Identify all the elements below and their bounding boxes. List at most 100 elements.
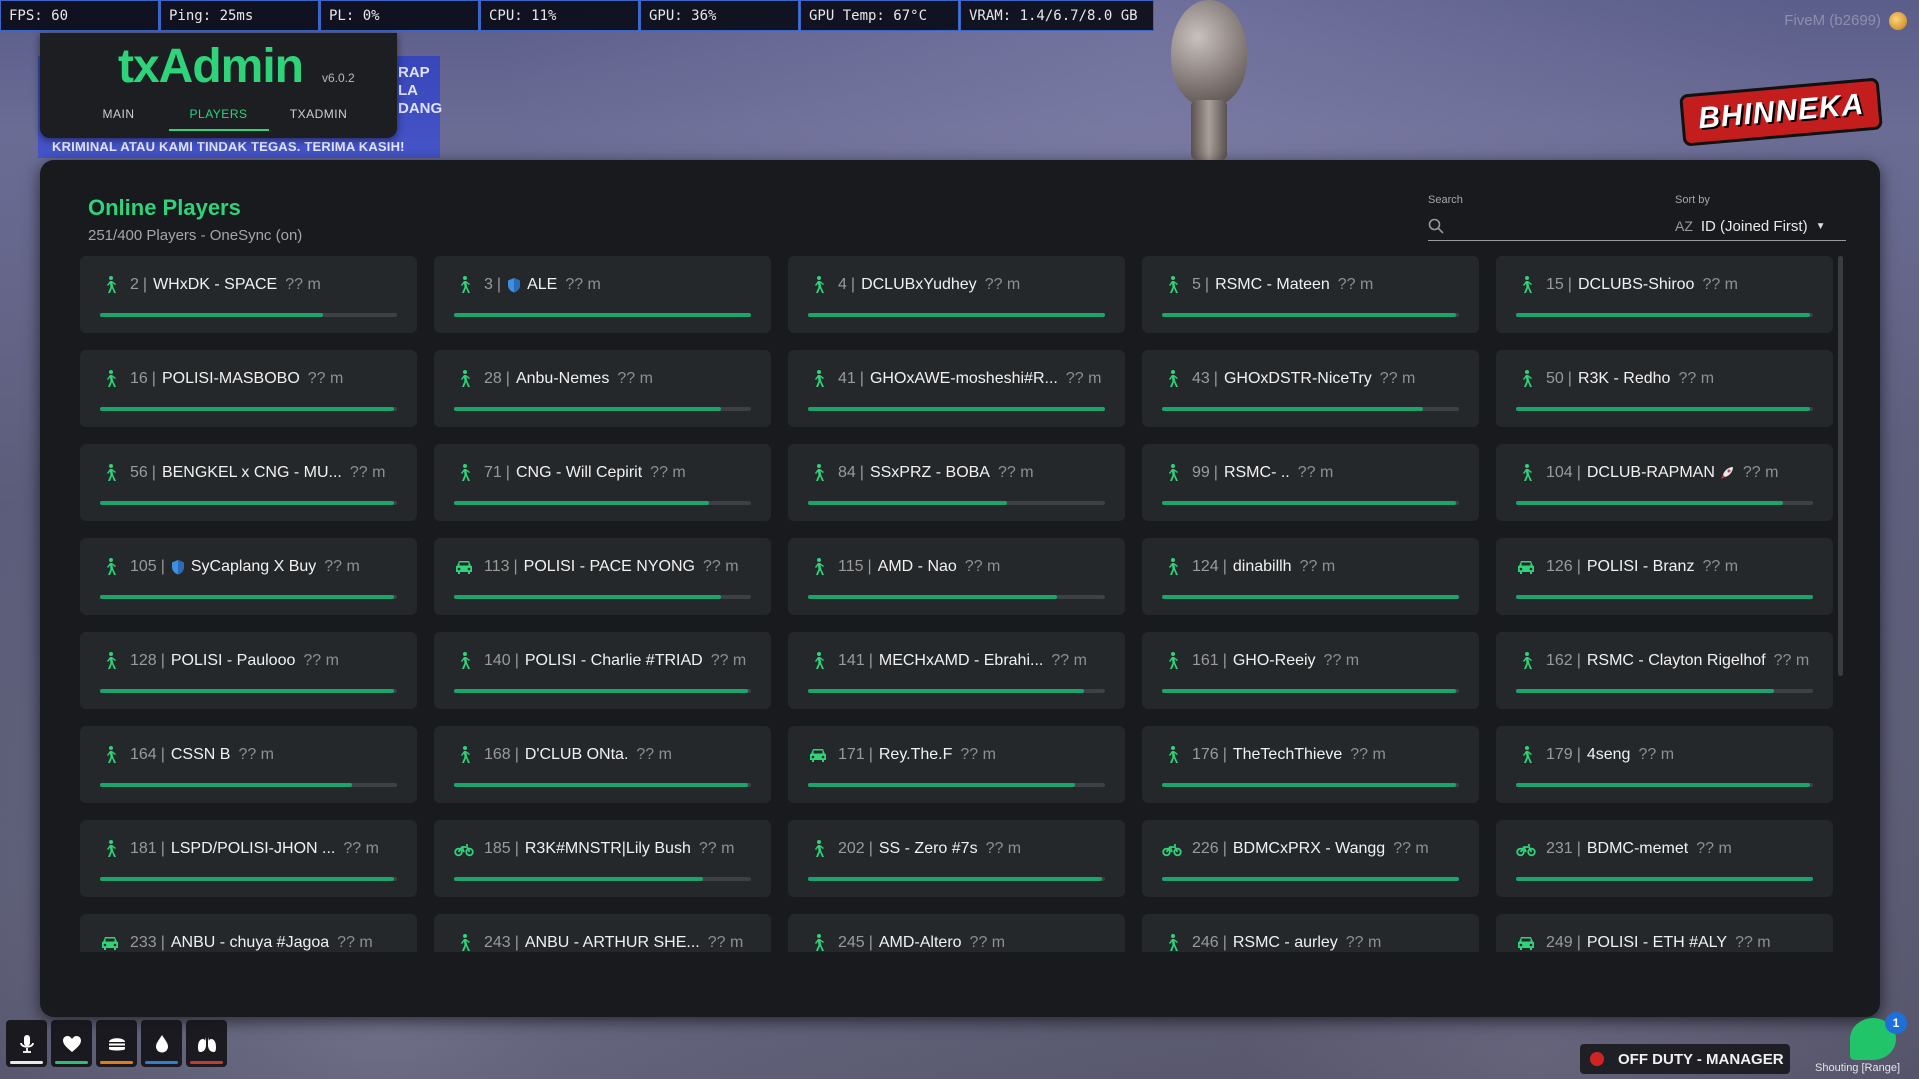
sort-alpha-icon: AZ bbox=[1675, 218, 1693, 234]
player-id-separator: | bbox=[505, 464, 510, 481]
sort-select[interactable]: AZ ID (Joined First) ▼ bbox=[1675, 212, 1846, 241]
player-card[interactable]: 71 | CNG - Will Cepirit ?? m bbox=[434, 444, 771, 521]
player-distance: ?? m bbox=[285, 276, 321, 293]
player-id-separator: | bbox=[1567, 276, 1572, 293]
player-card[interactable]: 249 | POLISI - ETH #ALY ?? m bbox=[1496, 914, 1833, 952]
hud-level-bar bbox=[190, 1061, 223, 1064]
player-card-row: 71 | CNG - Will Cepirit ?? m bbox=[454, 444, 751, 502]
player-grid-scrollbar[interactable] bbox=[1838, 256, 1843, 676]
player-card[interactable]: 181 | LSPD/POLISI-JHON ... ?? m bbox=[80, 820, 417, 897]
player-card[interactable]: 28 | Anbu-Nemes ?? m bbox=[434, 350, 771, 427]
player-id-separator: | bbox=[505, 370, 510, 387]
player-card[interactable]: 113 | POLISI - PACE NYONG ?? m bbox=[434, 538, 771, 615]
player-name: dinabillh bbox=[1232, 558, 1292, 575]
walking-person-icon bbox=[100, 275, 120, 295]
player-distance: ?? m bbox=[969, 934, 1006, 951]
player-card[interactable]: 226 | BDMCxPRX - Wangg ?? m bbox=[1142, 820, 1479, 897]
player-card[interactable]: 202 | SS - Zero #7s ?? m bbox=[788, 820, 1125, 897]
player-card-row: 233 | ANBU - chuya #Jagoa ?? m bbox=[100, 914, 397, 952]
player-card[interactable]: 179 | 4seng ?? m bbox=[1496, 726, 1833, 803]
player-card[interactable]: 56 | BENGKEL x CNG - MU... ?? m bbox=[80, 444, 417, 521]
player-card[interactable]: 115 | AMD - Nao ?? m bbox=[788, 538, 1125, 615]
player-card[interactable]: 43 | GHOxDSTR-NiceTry ?? m bbox=[1142, 350, 1479, 427]
player-card-row: 16 | POLISI-MASBOBO ?? m bbox=[100, 350, 397, 408]
player-card[interactable]: 246 | RSMC - aurley ?? m bbox=[1142, 914, 1479, 952]
health-bar-fill bbox=[1516, 783, 1811, 787]
txadmin-header: txAdmin v6.0.2 MAIN PLAYERS TXADMIN bbox=[40, 33, 397, 138]
player-distance: ?? m bbox=[964, 558, 1001, 575]
player-id: 84 bbox=[838, 464, 856, 481]
player-card[interactable]: 140 | POLISI - Charlie #TRIAD ?? m bbox=[434, 632, 771, 709]
player-id-separator: | bbox=[1576, 934, 1581, 951]
player-card[interactable]: 3 | ALE ?? m bbox=[434, 256, 771, 333]
hud-level-bar bbox=[10, 1061, 43, 1064]
health-bar-fill bbox=[454, 783, 749, 787]
tab-txadmin[interactable]: TXADMIN bbox=[269, 103, 369, 131]
player-card[interactable]: 171 | Rey.The.F ?? m bbox=[788, 726, 1125, 803]
player-card[interactable]: 185 | R3K#MNSTR|Lily Bush ?? m bbox=[434, 820, 771, 897]
player-card[interactable]: 41 | GHOxAWE-mosheshi#R... ?? m bbox=[788, 350, 1125, 427]
walking-person-icon bbox=[1516, 651, 1536, 671]
health-bar-fill bbox=[1162, 877, 1459, 881]
player-card[interactable]: 128 | POLISI - Paulooo ?? m bbox=[80, 632, 417, 709]
player-distance: ?? m bbox=[1051, 652, 1087, 669]
player-card[interactable]: 141 | MECHxAMD - Ebrahi... ?? m bbox=[788, 632, 1125, 709]
tab-main[interactable]: MAIN bbox=[69, 103, 169, 131]
player-grid-viewport[interactable]: 2 | WHxDK - SPACE?? m 3 | ALE?? m 4 | DCLUBxYudh… bbox=[80, 256, 1856, 952]
player-card[interactable]: 233 | ANBU - chuya #Jagoa ?? m bbox=[80, 914, 417, 952]
sort-control: Sort by AZ ID (Joined First) ▼ bbox=[1675, 194, 1846, 241]
player-card[interactable]: 5 | RSMC - Mateen ?? m bbox=[1142, 256, 1479, 333]
player-card-row: 246 | RSMC - aurley ?? m bbox=[1162, 914, 1459, 952]
walking-person-icon bbox=[1162, 745, 1182, 765]
player-card[interactable]: 176 | TheTechThieve ?? m bbox=[1142, 726, 1479, 803]
player-card-row: 249 | POLISI - ETH #ALY ?? m bbox=[1516, 914, 1813, 952]
water-drop-icon bbox=[151, 1033, 173, 1055]
player-card[interactable]: 243 | ANBU - ARTHUR SHE... ?? m bbox=[434, 914, 771, 952]
search-input[interactable] bbox=[1452, 217, 1676, 235]
player-card[interactable]: 162 | RSMC - Clayton Rigelhof ?? m bbox=[1496, 632, 1833, 709]
search-box[interactable] bbox=[1428, 212, 1696, 241]
player-card[interactable]: 4 | DCLUBxYudhey ?? m bbox=[788, 256, 1125, 333]
player-card[interactable]: 15 | DCLUBS-Shiroo ?? m bbox=[1496, 256, 1833, 333]
player-card-row: 41 | GHOxAWE-mosheshi#R... ?? m bbox=[808, 350, 1105, 408]
player-card[interactable]: 84 | SSxPRZ - BOBA ?? m bbox=[788, 444, 1125, 521]
player-card[interactable]: 2 | WHxDK - SPACE ?? m bbox=[80, 256, 417, 333]
player-card-row: 226 | BDMCxPRX - Wangg ?? m bbox=[1162, 820, 1459, 878]
player-card-row: 245 | AMD-Altero ?? m bbox=[808, 914, 1105, 952]
player-id: 15 bbox=[1546, 276, 1564, 293]
player-card[interactable]: 245 | AMD-Altero ?? m bbox=[788, 914, 1125, 952]
tab-players[interactable]: PLAYERS bbox=[168, 103, 269, 131]
car-icon bbox=[1516, 557, 1536, 577]
player-id-separator: | bbox=[1576, 464, 1581, 481]
player-name: BDMC-memet bbox=[1586, 840, 1689, 857]
player-distance: ?? m bbox=[617, 370, 653, 387]
player-card[interactable]: 104 | DCLUB-RAPMAN ?? m bbox=[1496, 444, 1833, 521]
player-card[interactable]: 99 | RSMC- .. ?? m bbox=[1142, 444, 1479, 521]
player-card[interactable]: 16 | POLISI-MASBOBO ?? m bbox=[80, 350, 417, 427]
health-bar-fill bbox=[1516, 877, 1813, 881]
player-card[interactable]: 161 | GHO-Reeiy ?? m bbox=[1142, 632, 1479, 709]
player-card[interactable]: 50 | R3K - Redho ?? m bbox=[1496, 350, 1833, 427]
player-id-separator: | bbox=[850, 276, 856, 293]
player-card[interactable]: 124 | dinabillh ?? m bbox=[1142, 538, 1479, 615]
player-id-separator: | bbox=[868, 746, 873, 763]
player-card[interactable]: 164 | CSSN B ?? m bbox=[80, 726, 417, 803]
health-bar bbox=[454, 783, 751, 787]
player-id: 226 bbox=[1192, 840, 1219, 857]
player-card[interactable]: 126 | POLISI - Branz ?? m bbox=[1496, 538, 1833, 615]
player-card[interactable]: 168 | D'CLUB ONta. ?? m bbox=[434, 726, 771, 803]
player-card-row: 141 | MECHxAMD - Ebrahi... ?? m bbox=[808, 632, 1105, 690]
health-bar bbox=[808, 689, 1105, 693]
player-id-separator: | bbox=[514, 652, 519, 669]
health-bar-fill bbox=[1516, 689, 1775, 693]
player-name: RSMC - Mateen bbox=[1215, 276, 1330, 293]
txadmin-logo: txAdmin bbox=[118, 40, 304, 93]
health-bar-fill bbox=[100, 877, 395, 881]
page-title: Online Players bbox=[88, 195, 241, 220]
player-card-row: 99 | RSMC- .. ?? m bbox=[1162, 444, 1459, 502]
walking-person-icon bbox=[454, 463, 474, 483]
player-card[interactable]: 231 | BDMC-memet ?? m bbox=[1496, 820, 1833, 897]
player-id: 161 bbox=[1192, 652, 1219, 669]
health-bar-fill bbox=[100, 689, 395, 693]
player-card[interactable]: 105 | SyCaplang X Buy ?? m bbox=[80, 538, 417, 615]
